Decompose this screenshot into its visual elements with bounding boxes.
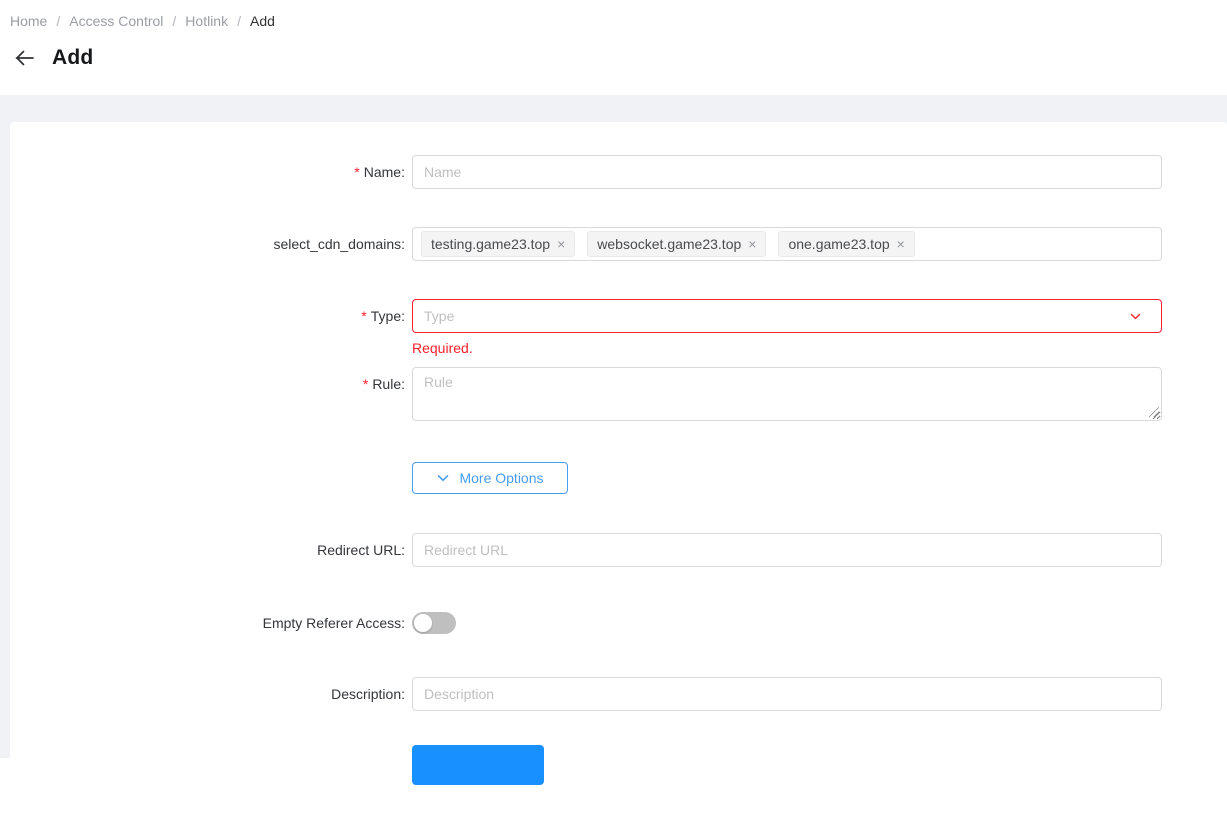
form-card: * Name: select_cdn_domains: testing.game2… — [10, 122, 1227, 818]
chevron-down-icon — [1129, 310, 1142, 323]
rule-label-text: Rule — [372, 376, 401, 392]
close-icon[interactable]: × — [897, 237, 905, 251]
domain-tag: one.game23.top × — [778, 231, 914, 257]
type-label: * Type: — [10, 299, 405, 333]
form-row-redirect-url: Redirect URL: — [10, 533, 1227, 567]
close-icon[interactable]: × — [557, 237, 565, 251]
rule-label: *Rule: — [10, 367, 405, 401]
domain-tag: websocket.game23.top × — [587, 231, 766, 257]
cdn-domains-select[interactable]: testing.game23.top × websocket.game23.to… — [412, 227, 1162, 261]
description-label: Description: — [10, 677, 405, 711]
type-error-message: Required. — [412, 340, 1162, 356]
type-select[interactable]: Type — [412, 299, 1162, 333]
page-title: Add — [52, 46, 93, 70]
domain-tag-text: one.game23.top — [788, 236, 889, 252]
breadcrumb-add: Add — [250, 13, 275, 29]
breadcrumb-hotlink[interactable]: Hotlink — [185, 13, 228, 29]
empty-referer-toggle[interactable] — [412, 612, 456, 634]
submit-button[interactable] — [412, 745, 544, 785]
label-colon: : — [401, 164, 405, 180]
empty-referer-label: Empty Referer Access: — [10, 608, 405, 638]
form-row-empty-referer: Empty Referer Access: — [10, 608, 1227, 639]
cdn-domains-label: select_cdn_domains: — [10, 227, 405, 261]
label-colon: : — [401, 376, 405, 392]
breadcrumb: Home / Access Control / Hotlink / Add — [10, 13, 275, 29]
domain-tag-text: testing.game23.top — [431, 236, 550, 252]
description-label-text: Description — [331, 686, 401, 702]
domain-tag-text: websocket.game23.top — [597, 236, 741, 252]
chevron-down-icon — [436, 471, 450, 485]
form-row-description: Description: — [10, 677, 1227, 711]
breadcrumb-access-control[interactable]: Access Control — [69, 13, 163, 29]
more-options-label: More Options — [459, 470, 543, 486]
form-row-type: * Type: Type Required. — [10, 299, 1227, 356]
name-label-text: Name — [364, 164, 401, 180]
breadcrumb-separator: / — [237, 13, 241, 29]
form-row-name: * Name: — [10, 155, 1227, 189]
page-header: Home / Access Control / Hotlink / Add Ad… — [0, 0, 1227, 95]
required-asterisk: * — [354, 164, 359, 180]
breadcrumb-separator: / — [56, 13, 60, 29]
breadcrumb-home[interactable]: Home — [10, 13, 47, 29]
description-input[interactable] — [412, 677, 1162, 711]
redirect-url-input[interactable] — [412, 533, 1162, 567]
page-content: * Name: select_cdn_domains: testing.game2… — [0, 95, 1227, 758]
breadcrumb-separator: / — [172, 13, 176, 29]
arrow-left-icon — [15, 50, 34, 66]
cdn-domains-label-text: select_cdn_domains — [273, 236, 401, 252]
name-label: * Name: — [10, 155, 405, 189]
label-colon: : — [401, 686, 405, 702]
redirect-url-label-text: Redirect URL — [317, 542, 401, 558]
back-button[interactable] — [12, 46, 36, 70]
label-colon: : — [401, 308, 405, 324]
toggle-knob — [414, 614, 432, 632]
form-row-cdn-domains: select_cdn_domains: testing.game23.top ×… — [10, 227, 1227, 261]
form-row-rule: *Rule: — [10, 367, 1227, 421]
name-input[interactable] — [412, 155, 1162, 189]
type-label-text: Type — [371, 308, 401, 324]
required-asterisk: * — [361, 308, 366, 324]
form-row-submit — [10, 745, 1227, 790]
domain-tag: testing.game23.top × — [421, 231, 575, 257]
label-colon: : — [401, 236, 405, 252]
more-options-button[interactable]: More Options — [412, 462, 568, 494]
label-colon: : — [401, 542, 405, 558]
redirect-url-label: Redirect URL: — [10, 533, 405, 567]
rule-textarea[interactable] — [412, 367, 1162, 421]
required-asterisk: * — [363, 376, 368, 392]
label-colon: : — [401, 615, 405, 631]
close-icon[interactable]: × — [748, 237, 756, 251]
form-row-more-options: More Options — [10, 462, 1227, 494]
type-select-placeholder: Type — [424, 308, 1129, 324]
empty-referer-label-text: Empty Referer Access — [263, 615, 402, 631]
